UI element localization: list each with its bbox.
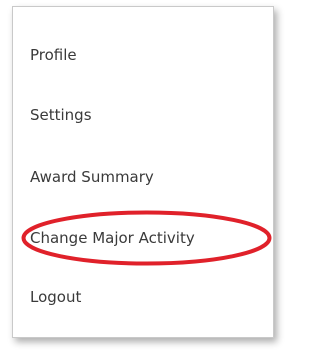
menu-item-profile[interactable]: Profile <box>30 41 77 69</box>
menu-item-change-major-activity[interactable]: Change Major Activity <box>30 224 195 252</box>
menu-item-settings[interactable]: Settings <box>30 101 92 129</box>
menu-item-logout[interactable]: Logout <box>30 283 81 311</box>
screenshot-canvas: Profile Settings Award Summary Change Ma… <box>0 0 289 356</box>
menu-item-award-summary[interactable]: Award Summary <box>30 163 154 191</box>
